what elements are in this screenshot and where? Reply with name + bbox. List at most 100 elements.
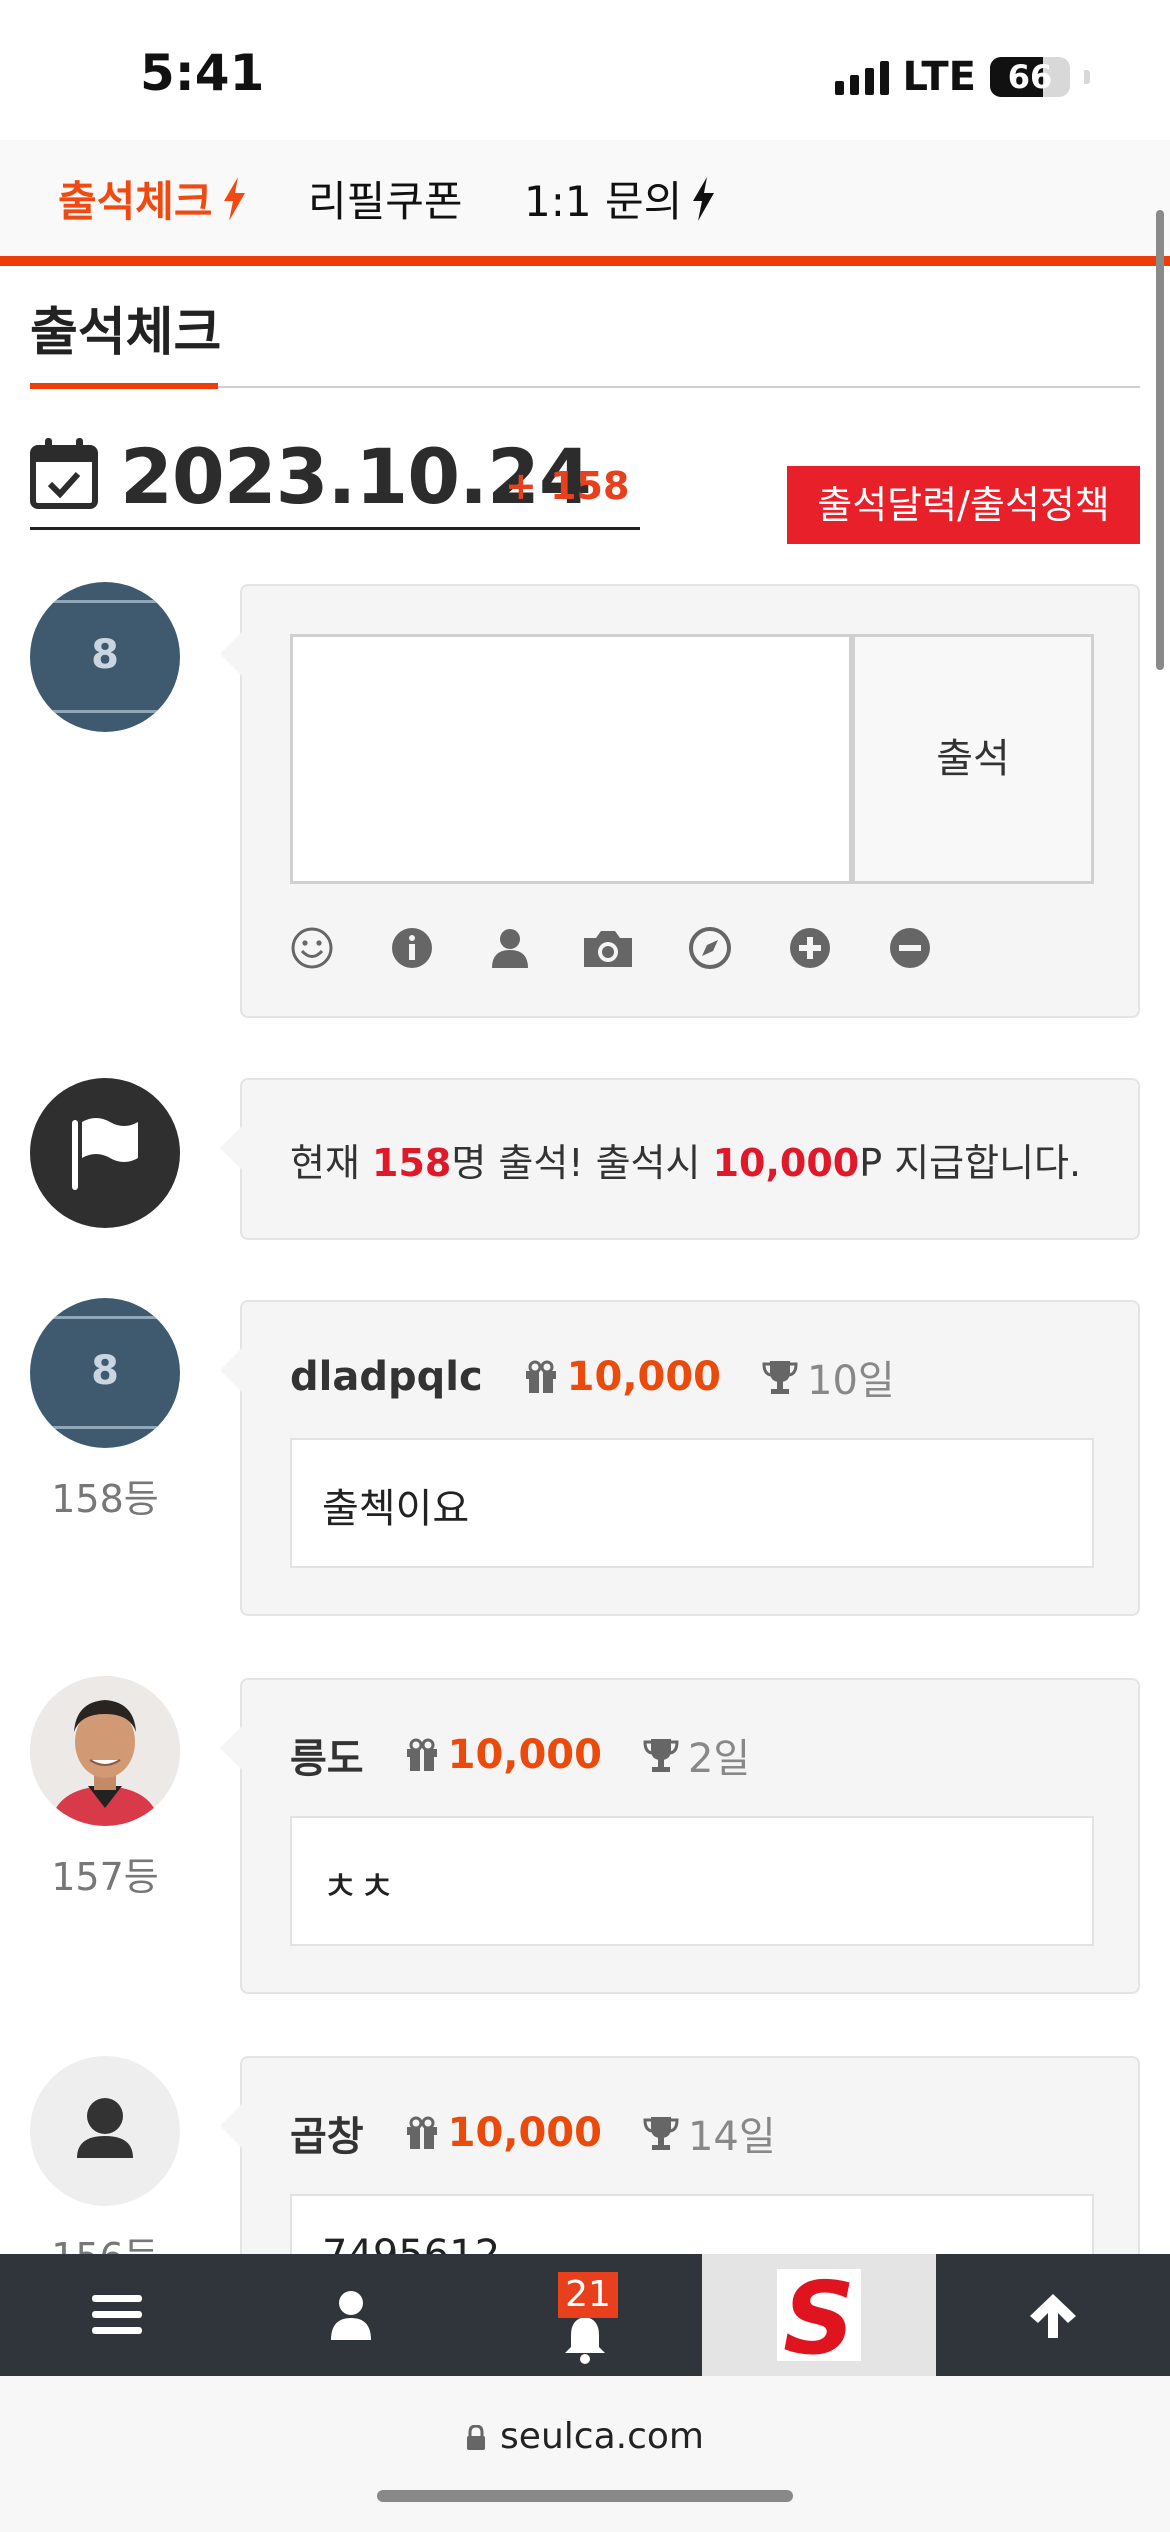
- tab-refill-coupon[interactable]: 리필쿠폰: [308, 168, 463, 229]
- bell-icon: [565, 2317, 605, 2365]
- menu-icon: [92, 2295, 142, 2334]
- notice-suffix: P 지급합니다.: [859, 1141, 1082, 1185]
- site-logo: S: [777, 2265, 861, 2365]
- battery-icon: 66: [990, 57, 1070, 97]
- notice-middle: 명 출석! 출석시: [451, 1141, 713, 1185]
- entry-username[interactable]: dladpqlc: [290, 1354, 483, 1400]
- attend-button[interactable]: 출석: [852, 634, 1094, 884]
- entry-rank: 158등: [51, 1477, 159, 1521]
- entry-streak-days: 10일: [807, 1358, 895, 1404]
- entry-streak-days: 2일: [687, 1736, 751, 1782]
- title-underline: [30, 383, 218, 389]
- entry-avatar[interactable]: 8: [30, 1298, 180, 1448]
- avatar-stripe: [30, 1316, 180, 1319]
- bolt-icon: [223, 176, 245, 221]
- trophy-icon: [762, 1361, 798, 1394]
- card-pointer: [220, 2104, 242, 2148]
- comment-input[interactable]: [290, 634, 852, 884]
- entry-message: ㅊㅊ: [290, 1816, 1094, 1946]
- card-pointer: [220, 1126, 242, 1170]
- trophy-icon: [643, 2117, 679, 2150]
- avatar-level: 8: [91, 632, 119, 678]
- network-type: LTE: [902, 54, 976, 100]
- default-user-icon: [77, 2098, 133, 2158]
- minus-circle-icon[interactable]: [888, 926, 932, 970]
- avatar-level: 8: [91, 1348, 119, 1394]
- bolt-icon: [693, 176, 715, 221]
- entry-message: 출첵이요: [290, 1438, 1094, 1568]
- entry-points: 10,000: [566, 1354, 722, 1400]
- user-icon[interactable]: [488, 926, 532, 970]
- date-header: 2023.10.24 + 158: [30, 430, 640, 530]
- profile-photo: [30, 1676, 180, 1826]
- entry-header: 릉도 10,000 2일: [290, 1730, 750, 1782]
- notice-points: 10,000: [712, 1141, 860, 1185]
- plus-circle-icon[interactable]: [788, 926, 832, 970]
- card-pointer: [220, 1726, 242, 1770]
- tab-attendance[interactable]: 출석체크: [58, 168, 247, 229]
- attendance-notice: 현재 158명 출석! 출석시 10,000P 지급합니다.: [290, 1132, 1081, 1187]
- smile-icon[interactable]: [290, 926, 334, 970]
- status-time: 5:41: [140, 44, 265, 102]
- gift-icon: [525, 1360, 556, 1393]
- entry-username[interactable]: 곱창: [290, 2104, 364, 2162]
- status-bar: 5:41 LTE 66: [0, 0, 1170, 140]
- home-indicator[interactable]: [377, 2490, 793, 2502]
- arrow-up-icon: [1030, 2294, 1076, 2338]
- battery-level: 66: [1007, 58, 1053, 96]
- notice-card: 현재 158명 출석! 출석시 10,000P 지급합니다.: [220, 1078, 1140, 1240]
- logo-letter: S: [783, 2265, 855, 2365]
- scroll-top-button[interactable]: [936, 2254, 1170, 2376]
- flag-icon: [72, 1118, 138, 1190]
- notice-count: 158: [372, 1141, 452, 1185]
- gift-icon: [406, 2116, 437, 2149]
- url-display[interactable]: seulca.com: [0, 2416, 1170, 2457]
- top-tab-bar: 출석체크 리필쿠폰 1:1 문의: [0, 140, 1170, 256]
- notice-avatar: [30, 1078, 180, 1228]
- page-title: 출석체크: [30, 303, 222, 363]
- tab-attendance-label: 출석체크: [58, 177, 213, 226]
- entry-card: 릉도 10,000 2일 ㅊㅊ: [220, 1678, 1140, 1994]
- avatar-stripe: [30, 600, 180, 603]
- notice-prefix: 현재: [290, 1141, 372, 1185]
- card-pointer: [220, 1348, 242, 1392]
- card-pointer: [220, 632, 242, 676]
- scrollbar[interactable]: [1156, 210, 1164, 670]
- info-icon[interactable]: [390, 926, 434, 970]
- compass-icon[interactable]: [688, 926, 732, 970]
- notification-badge: 21: [558, 2272, 618, 2318]
- entry-header: 곱창 10,000 14일: [290, 2108, 776, 2160]
- entry-header: dladpqlc 10,000 10일: [290, 1352, 895, 1404]
- avatar-stripe: [30, 1426, 180, 1429]
- menu-button[interactable]: [0, 2254, 234, 2376]
- battery-tip: [1084, 70, 1090, 84]
- tab-inquiry-label: 1:1 문의: [524, 177, 683, 226]
- status-indicators: LTE 66: [834, 54, 1090, 100]
- entry-avatar[interactable]: [30, 1676, 180, 1826]
- url-text: seulca.com: [500, 2416, 704, 2457]
- entry-points: 10,000: [447, 2110, 602, 2156]
- browser-address-bar[interactable]: seulca.com: [0, 2376, 1170, 2532]
- entry-rank: 157등: [51, 1855, 159, 1899]
- cellular-signal-icon: [834, 59, 889, 95]
- entry-avatar[interactable]: [30, 2056, 180, 2206]
- entry-points: 10,000: [447, 1732, 602, 1778]
- lock-icon: [467, 2425, 486, 2450]
- compose-card: 출석: [220, 584, 1140, 1018]
- calendar-check-icon: [30, 438, 98, 509]
- attendance-calendar-button[interactable]: 출석달력/출석정책: [787, 466, 1140, 544]
- tab-inquiry[interactable]: 1:1 문의: [524, 168, 716, 229]
- tab-refill-coupon-label: 리필쿠폰: [308, 177, 463, 226]
- camera-icon[interactable]: [580, 926, 636, 970]
- entry-streak-days: 14일: [687, 2114, 776, 2160]
- my-avatar: 8: [30, 582, 180, 732]
- avatar-stripe: [30, 710, 180, 713]
- site-logo-button[interactable]: S: [702, 2254, 936, 2376]
- attendance-count: + 158: [505, 464, 630, 508]
- nav-accent-line: [0, 256, 1170, 266]
- entry-username[interactable]: 릉도: [290, 1726, 364, 1784]
- profile-button[interactable]: [234, 2254, 468, 2376]
- trophy-icon: [643, 1739, 679, 1772]
- user-icon: [331, 2291, 371, 2340]
- entry-card: dladpqlc 10,000 10일 출첵이요: [220, 1300, 1140, 1616]
